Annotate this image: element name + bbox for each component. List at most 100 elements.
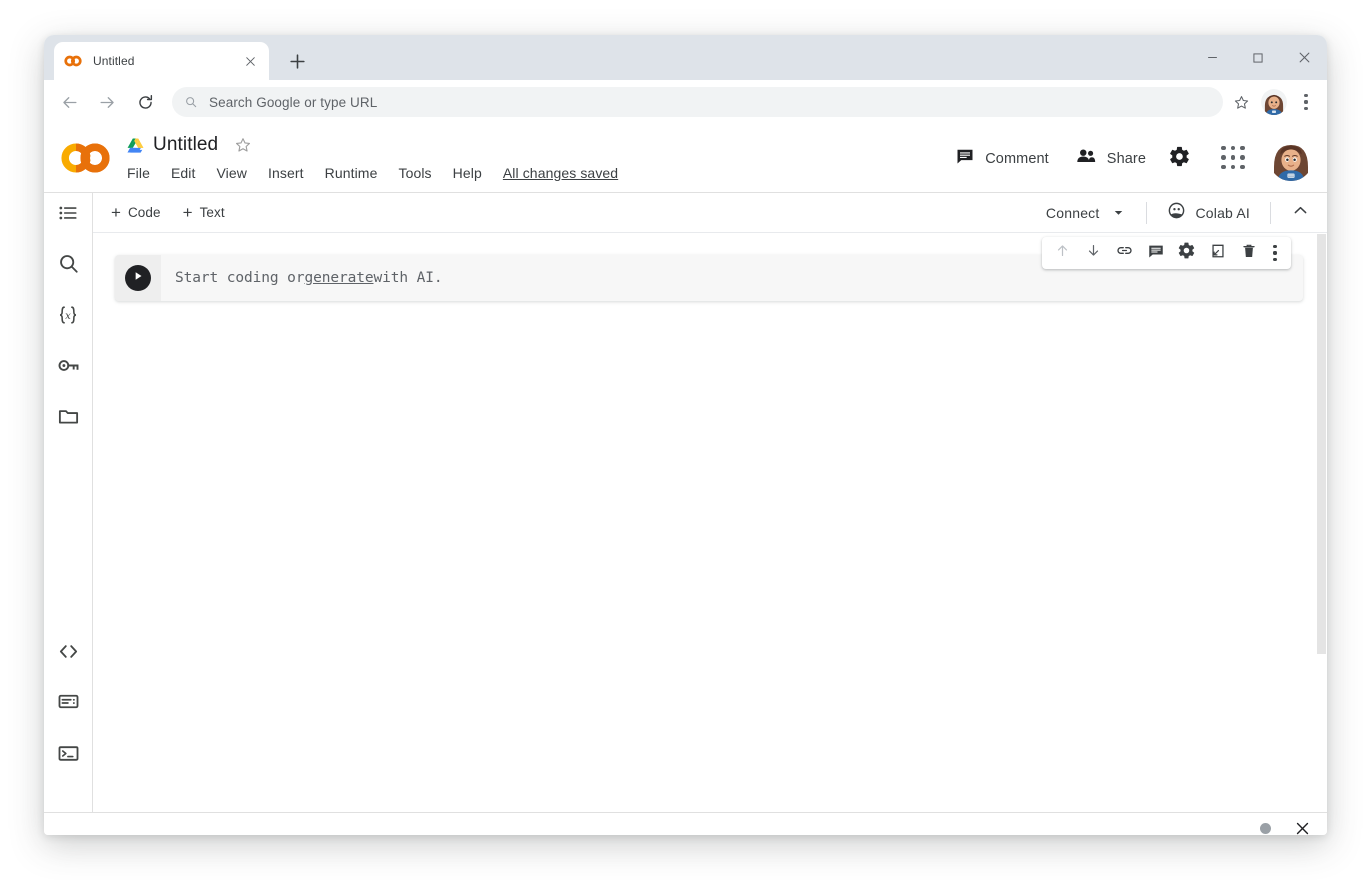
menu-view[interactable]: View	[217, 165, 248, 181]
status-dot[interactable]	[1260, 823, 1271, 834]
sidebar-item-code-snippets[interactable]	[44, 634, 92, 674]
sidebar-item-files[interactable]	[44, 399, 92, 439]
page-title[interactable]: Untitled	[153, 134, 218, 156]
toolbar-divider	[1146, 202, 1147, 224]
comment-icon	[955, 146, 975, 171]
settings-button[interactable]	[1168, 145, 1191, 173]
menu-insert[interactable]: Insert	[268, 165, 304, 181]
comment-button[interactable]: Comment	[947, 140, 1057, 177]
comment-label: Comment	[985, 151, 1049, 167]
colab-ai-button[interactable]: Colab AI	[1161, 197, 1256, 229]
connect-button[interactable]: Connect	[1040, 201, 1133, 225]
notebook-area: + Code + Text Connect	[93, 193, 1327, 812]
colab-header-actions: Comment Share	[937, 124, 1313, 193]
new-tab-button[interactable]	[284, 48, 310, 74]
window-controls	[1189, 35, 1327, 80]
move-cell-up-button[interactable]	[1047, 237, 1078, 269]
search-icon	[184, 95, 199, 110]
link-to-cell-button[interactable]	[1109, 237, 1140, 269]
more-cell-actions-button[interactable]	[1264, 237, 1286, 269]
sidebar-item-secrets[interactable]	[44, 348, 92, 388]
save-status[interactable]: All changes saved	[503, 165, 618, 181]
move-cell-down-button[interactable]	[1078, 237, 1109, 269]
close-icon[interactable]	[1293, 820, 1311, 836]
browser-tab-title: Untitled	[93, 54, 241, 68]
arrow-down-icon	[1085, 242, 1102, 264]
reload-icon[interactable]	[130, 87, 160, 117]
plus-icon: +	[111, 204, 121, 221]
code-brackets-icon	[57, 640, 80, 668]
popout-icon	[1209, 242, 1227, 265]
browser-toolbar: Search Google or type URL	[44, 80, 1327, 124]
cell-settings-button[interactable]	[1171, 237, 1202, 269]
arrow-back-icon[interactable]	[54, 87, 84, 117]
toolbar-divider	[1270, 202, 1271, 224]
gear-icon	[1177, 241, 1196, 265]
svg-text:x: x	[65, 311, 71, 322]
star-icon[interactable]	[1227, 88, 1255, 116]
account-avatar[interactable]	[1269, 137, 1313, 181]
menu-tools[interactable]: Tools	[398, 165, 431, 181]
close-icon[interactable]	[241, 52, 259, 70]
sidebar-item-terminal[interactable]	[44, 736, 92, 776]
add-text-cell-button[interactable]: + Text	[183, 204, 225, 221]
search-icon	[57, 252, 80, 280]
omnibox[interactable]: Search Google or type URL	[172, 87, 1223, 117]
toc-icon	[57, 202, 79, 229]
generate-link[interactable]: generate	[304, 270, 373, 286]
omnibox-placeholder: Search Google or type URL	[209, 95, 377, 110]
share-button[interactable]: Share	[1067, 139, 1154, 178]
arrow-forward-icon[interactable]	[92, 87, 122, 117]
colab-body: x	[44, 193, 1327, 812]
command-palette-icon	[57, 690, 80, 718]
sidebar-item-find-and-replace[interactable]	[44, 246, 92, 286]
close-icon[interactable]	[1281, 35, 1327, 80]
delete-cell-button[interactable]	[1233, 237, 1264, 269]
collapse-toolbar-button[interactable]	[1285, 198, 1315, 228]
menu-help[interactable]: Help	[453, 165, 482, 181]
screenshot-root: Untitled	[0, 0, 1370, 880]
browser-tab[interactable]: Untitled	[54, 42, 269, 80]
sidebar-item-variables[interactable]: x	[44, 297, 92, 337]
apps-grid-icon[interactable]	[1221, 146, 1247, 172]
run-cell-button[interactable]	[125, 265, 151, 291]
key-icon	[57, 354, 80, 382]
mirror-cell-button[interactable]	[1202, 237, 1233, 269]
notebook-cells: Start coding or generate with AI.	[93, 233, 1327, 301]
chevron-down-icon[interactable]	[1111, 205, 1126, 220]
cell-text-suffix: with AI.	[374, 270, 443, 286]
share-label: Share	[1107, 151, 1146, 167]
add-text-label: Text	[200, 205, 225, 220]
menu-file[interactable]: File	[127, 165, 150, 181]
gear-icon	[1168, 145, 1191, 173]
code-cell[interactable]: Start coding or generate with AI.	[115, 255, 1303, 301]
colab-logo[interactable]	[58, 141, 114, 175]
avatar[interactable]	[1261, 89, 1287, 115]
terminal-icon	[57, 742, 80, 770]
colab-icon	[64, 52, 82, 70]
browser-toolbar-right	[1227, 88, 1317, 116]
left-sidebar: x	[44, 193, 93, 812]
vertical-scrollbar-thumb[interactable]	[1317, 234, 1326, 654]
folder-icon	[57, 405, 80, 433]
variables-icon: x	[56, 304, 80, 331]
trash-icon	[1240, 242, 1258, 265]
play-icon	[131, 269, 145, 288]
minimize-icon[interactable]	[1189, 35, 1235, 80]
sidebar-item-command-palette[interactable]	[44, 684, 92, 724]
add-code-cell-button[interactable]: + Code	[111, 204, 161, 221]
chevron-up-icon	[1291, 201, 1310, 225]
colab-header: Untitled File Edit View Insert Runtime T…	[44, 124, 1327, 193]
cell-gutter	[115, 255, 161, 301]
maximize-icon[interactable]	[1235, 35, 1281, 80]
connect-label: Connect	[1046, 205, 1100, 221]
colab-ai-icon	[1167, 201, 1186, 225]
status-bar	[44, 812, 1327, 835]
sidebar-item-table-of-contents[interactable]	[44, 195, 92, 235]
menu-runtime[interactable]: Runtime	[325, 165, 378, 181]
star-outline-icon[interactable]	[234, 136, 252, 154]
add-comment-button[interactable]	[1140, 237, 1171, 269]
more-vertical-icon[interactable]	[1295, 89, 1317, 115]
browser-window: Untitled	[44, 35, 1327, 835]
menu-edit[interactable]: Edit	[171, 165, 196, 181]
